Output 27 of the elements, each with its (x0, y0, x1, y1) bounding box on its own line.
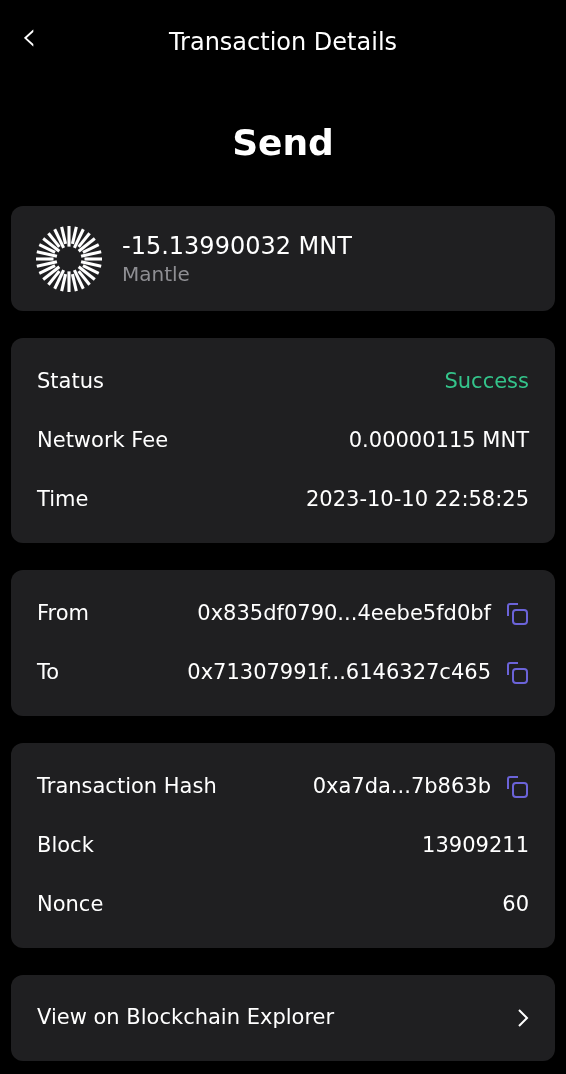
row-value: 0.00000115 MNT (348, 426, 529, 454)
explorer-link[interactable]: View on Blockchain Explorer (11, 975, 555, 1061)
row-label: Transaction Hash (37, 772, 217, 800)
row-label: Nonce (37, 890, 104, 918)
row-label: Block (37, 831, 94, 859)
copy-icon[interactable] (505, 774, 529, 799)
row-value: 0x71307991f...6146327c465 (187, 658, 491, 686)
asset-name: Mantle (122, 260, 191, 287)
back-button[interactable]: ‹ (21, 16, 37, 56)
row-label: Network Fee (37, 426, 169, 454)
chevron-right-icon (517, 1008, 529, 1028)
copy-icon[interactable] (505, 601, 529, 626)
row-value: 2023-10-10 22:58:25 (305, 485, 529, 513)
row-value: 60 (502, 890, 529, 918)
row-value: 0xa7da...7b863b (312, 772, 491, 800)
row-value: 13909211 (422, 831, 529, 859)
page-title: Transaction Details (168, 27, 398, 58)
row-label: Status (37, 367, 104, 395)
transaction-type: Send (232, 121, 334, 165)
row-label: Time (37, 485, 89, 513)
amount: -15.13990032 MNT (122, 230, 352, 261)
row-label: From (37, 599, 90, 627)
mantle-logo-icon (36, 225, 102, 292)
copy-icon[interactable] (505, 660, 529, 685)
row-value: Success (444, 367, 529, 395)
row-value: 0x835df0790...4eebe5fd0bf (197, 599, 491, 627)
row-label: To (37, 658, 60, 686)
